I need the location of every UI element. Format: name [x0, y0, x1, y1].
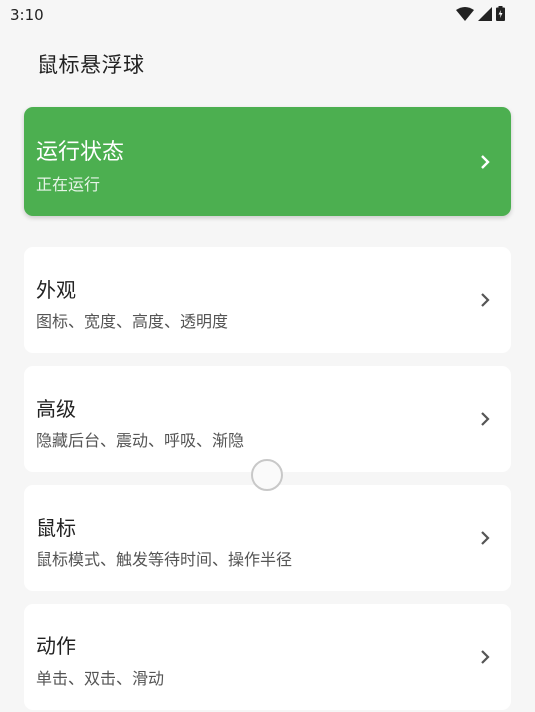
page-title: 鼠标悬浮球	[37, 53, 145, 77]
card-appearance[interactable]: 外观 图标、宽度、高度、透明度	[24, 247, 511, 353]
card-subtitle: 隐藏后台、震动、呼吸、渐隐	[36, 431, 245, 450]
chevron-right-icon	[479, 649, 491, 665]
status-time: 3:10	[10, 6, 44, 24]
card-title: 鼠标	[36, 516, 76, 540]
battery-icon	[496, 6, 505, 21]
status-bar: 3:10	[0, 0, 535, 30]
card-subtitle: 鼠标模式、触发等待时间、操作半径	[36, 550, 293, 569]
card-title: 运行状态	[36, 140, 125, 165]
card-subtitle: 正在运行	[36, 175, 101, 194]
card-mouse[interactable]: 鼠标 鼠标模式、触发等待时间、操作半径	[24, 485, 511, 591]
chevron-right-icon	[479, 411, 491, 427]
card-title: 外观	[36, 278, 76, 302]
chevron-right-icon	[479, 154, 491, 170]
wifi-icon	[456, 6, 474, 21]
card-title: 高级	[36, 397, 76, 421]
card-subtitle: 单击、双击、滑动	[36, 669, 165, 688]
floating-ball-icon[interactable]	[251, 459, 283, 491]
card-actions[interactable]: 动作 单击、双击、滑动	[24, 604, 511, 710]
card-subtitle: 图标、宽度、高度、透明度	[36, 312, 229, 331]
signal-icon	[478, 6, 492, 21]
card-running-status[interactable]: 运行状态 正在运行	[24, 107, 511, 216]
card-title: 动作	[36, 634, 76, 658]
status-icons	[456, 6, 505, 21]
chevron-right-icon	[479, 530, 491, 546]
chevron-right-icon	[479, 292, 491, 308]
card-advanced[interactable]: 高级 隐藏后台、震动、呼吸、渐隐	[24, 366, 511, 472]
